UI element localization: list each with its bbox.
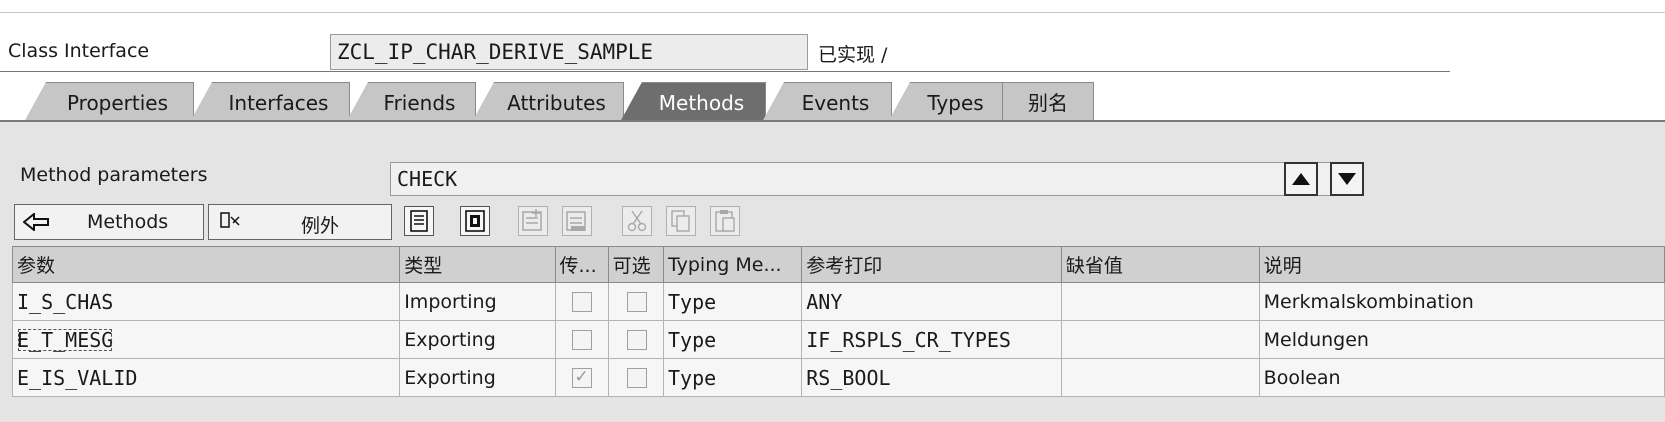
typing-method-cell[interactable]: Type [662, 320, 803, 359]
param-name-cell[interactable]: E_T_MESG [11, 320, 401, 359]
table-header-row: 参数 类型 传... 可选 Typing Me... 参考打印 缺省值 说明 [11, 246, 1665, 283]
optional-cell [607, 320, 664, 359]
arrow-left-icon [23, 213, 49, 231]
class-interface-field[interactable]: ZCL_IP_CHAR_DERIVE_SAMPLE [330, 34, 808, 70]
parameters-table: 参数 类型 传... 可选 Typing Me... 参考打印 缺省值 说明 I… [11, 246, 1665, 397]
triangle-down-icon [1338, 173, 1356, 185]
paste-button[interactable] [710, 206, 740, 236]
checkmark-icon: ✓ [574, 367, 589, 387]
pass-by-value-checkbox[interactable]: ✓ [571, 367, 592, 388]
default-value-cell[interactable] [1060, 320, 1260, 359]
default-value-cell[interactable] [1060, 282, 1260, 321]
triangle-up-icon [1292, 173, 1310, 185]
insert-row-icon [522, 209, 542, 231]
column-header-type[interactable]: 类型 [399, 246, 556, 283]
reference-type-cell[interactable]: RS_BOOL [801, 358, 1062, 397]
typing-method-cell[interactable]: Type [662, 282, 803, 321]
pass-by-value-checkbox[interactable] [571, 330, 592, 350]
exception-icon [220, 212, 240, 228]
table-row: I_S_CHAS Importing Type ANY Merkmalskomb… [11, 282, 1665, 321]
method-parameters-label: Method parameters [20, 164, 208, 186]
delete-row-icon [566, 211, 586, 231]
tab-friends[interactable]: Friends [346, 82, 476, 122]
class-interface-label: Class Interface [8, 40, 150, 62]
delete-row-button[interactable] [562, 206, 592, 236]
copy-button[interactable] [666, 206, 696, 236]
optional-checkbox[interactable] [626, 368, 647, 388]
description-cell[interactable]: Meldungen [1258, 320, 1665, 359]
column-header-typing-method[interactable]: Typing Me... [662, 246, 803, 283]
param-type-cell[interactable]: Importing [399, 282, 556, 321]
optional-cell [607, 358, 664, 397]
implementation-status: 已实现 / [818, 44, 888, 66]
insert-row-button[interactable] [518, 206, 548, 236]
display-button[interactable] [404, 206, 434, 236]
back-to-methods-button[interactable]: Methods [14, 204, 204, 240]
display-icon [410, 210, 428, 232]
default-value-cell[interactable] [1060, 358, 1260, 397]
top-divider [0, 12, 1665, 13]
param-name-cell[interactable]: I_S_CHAS [11, 282, 401, 321]
exceptions-button-label: 例外 [301, 215, 340, 237]
reference-type-cell[interactable]: ANY [801, 282, 1062, 321]
detail-button[interactable] [460, 206, 490, 236]
optional-cell [607, 282, 664, 321]
reference-type-cell[interactable]: IF_RSPLS_CR_TYPES [801, 320, 1062, 359]
method-name-field[interactable]: CHECK [390, 162, 1360, 196]
column-header-default-value[interactable]: 缺省值 [1060, 246, 1260, 283]
param-name-cell[interactable]: E_IS_VALID [11, 358, 401, 397]
description-cell[interactable]: Merkmalskombination [1258, 282, 1665, 321]
tab-types[interactable]: Types [888, 82, 1006, 122]
paste-icon [715, 210, 735, 232]
param-type-cell[interactable]: Exporting [399, 320, 556, 359]
optional-checkbox[interactable] [626, 292, 647, 312]
pass-by-value-cell [554, 282, 609, 321]
optional-checkbox[interactable] [626, 330, 647, 350]
header-divider [0, 71, 1450, 72]
table-row: E_IS_VALID Exporting ✓ Type RS_BOOL Bool… [11, 358, 1665, 397]
param-type-cell[interactable]: Exporting [399, 358, 556, 397]
pass-by-value-cell [554, 320, 609, 359]
methods-button-label: Methods [87, 211, 169, 233]
column-header-description[interactable]: 说明 [1258, 246, 1665, 283]
copy-icon [671, 210, 690, 232]
tab-events[interactable]: Events [762, 82, 892, 122]
description-cell[interactable]: Boolean [1258, 358, 1665, 397]
pass-by-value-cell: ✓ [554, 358, 609, 397]
tab-properties[interactable]: Properties [24, 82, 194, 122]
next-method-button[interactable] [1330, 162, 1364, 196]
previous-method-button[interactable] [1284, 162, 1318, 196]
pass-by-value-checkbox[interactable] [571, 292, 592, 312]
tab-attributes[interactable]: Attributes [472, 82, 624, 122]
focused-param-name[interactable]: E_T_MESG [17, 328, 113, 352]
detail-icon [465, 210, 485, 232]
tab-methods[interactable]: Methods [620, 82, 766, 122]
tab-interfaces[interactable]: Interfaces [190, 82, 350, 122]
tab-aliases[interactable]: 别名 [1002, 82, 1094, 122]
typing-method-cell[interactable]: Type [662, 358, 803, 397]
column-header-reference-type[interactable]: 参考打印 [801, 246, 1062, 283]
table-row: E_T_MESG Exporting Type IF_RSPLS_CR_TYPE… [11, 320, 1665, 359]
exceptions-button[interactable]: 例外 [208, 204, 392, 240]
column-header-pass-by-value[interactable]: 传... [554, 246, 609, 283]
column-header-parameter[interactable]: 参数 [11, 246, 401, 283]
cut-icon [627, 210, 647, 232]
cut-button[interactable] [622, 206, 652, 236]
column-header-optional[interactable]: 可选 [607, 246, 664, 283]
